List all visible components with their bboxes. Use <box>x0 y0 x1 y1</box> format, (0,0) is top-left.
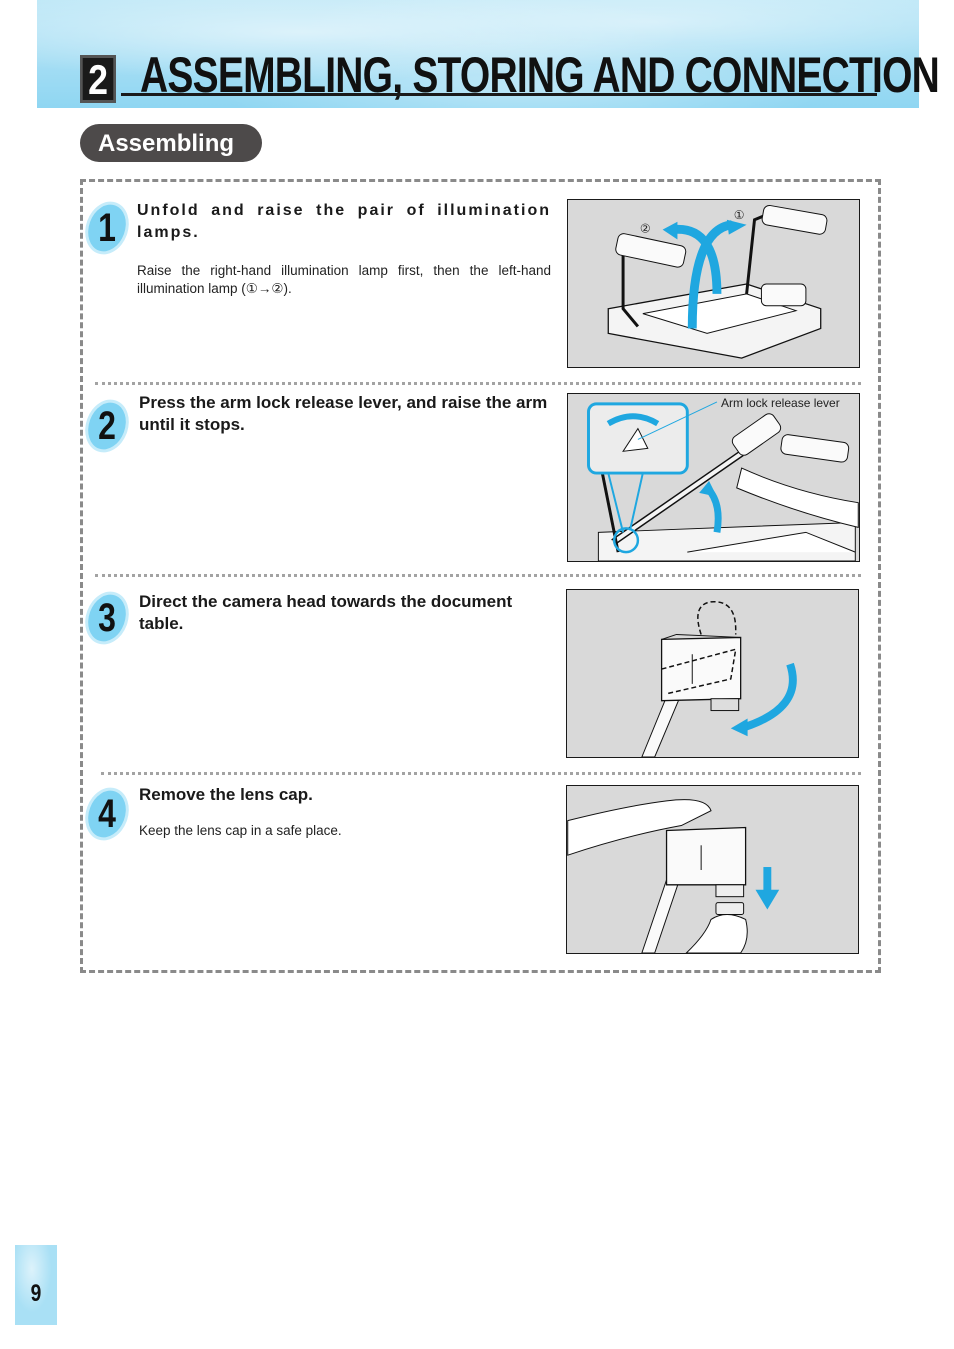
step-divider <box>101 772 861 775</box>
step-number-badge: 3 <box>81 589 133 647</box>
illustration-raise-arm: Arm lock release lever <box>567 393 860 562</box>
step-description: Raise the right-hand illumination lamp f… <box>137 263 551 296</box>
illustration-remove-lens-cap <box>566 785 859 954</box>
step-number-badge: 4 <box>81 785 133 843</box>
steps-frame: 1 Unfold and raise the pair of illuminat… <box>80 179 881 973</box>
lens-cap-drawing <box>567 799 780 953</box>
step-number-badge: 1 <box>81 199 133 257</box>
step-title: Press the arm lock release lever, and ra… <box>139 393 548 434</box>
step-divider <box>95 382 861 385</box>
marker-1: ① <box>734 208 745 222</box>
page-number: 9 <box>30 1280 42 1307</box>
step-number-badge: 2 <box>81 397 133 455</box>
step-divider <box>95 574 861 577</box>
title-underline <box>121 93 877 96</box>
section-heading: Assembling <box>80 124 262 162</box>
raise-arm-drawing <box>587 401 859 561</box>
callout-arm-lock-release-lever: Arm lock release lever <box>721 396 840 410</box>
chapter-number: 2 <box>80 55 116 103</box>
marker-2: ② <box>640 222 651 236</box>
step-title: Direct the camera head towards the docum… <box>139 592 513 633</box>
illustration-raise-lamps: ① ② <box>567 199 860 368</box>
illustration-camera-head <box>566 589 859 758</box>
presenter-lamps-drawing: ① ② <box>607 204 828 359</box>
camera-head-drawing <box>641 601 797 757</box>
step-title: Unfold and raise the pair of illuminatio… <box>137 202 551 241</box>
step-title: Remove the lens cap. <box>139 785 313 804</box>
step-description: Keep the lens cap in a safe place. <box>139 823 342 838</box>
